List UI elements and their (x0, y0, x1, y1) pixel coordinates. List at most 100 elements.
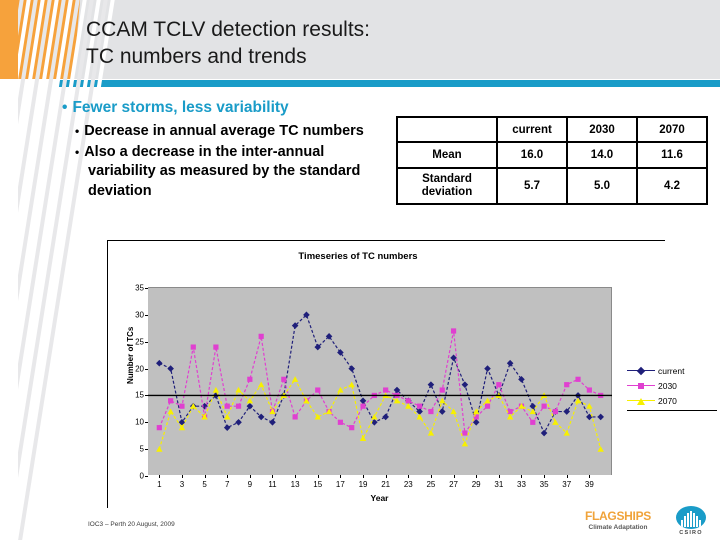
chart-data-point (450, 328, 457, 334)
bullet-marker-icon: • (75, 144, 80, 159)
chart-data-point (190, 344, 196, 350)
table-cell-mean-2030: 14.0 (566, 141, 638, 169)
footer-note: IOC3 – Perth 20 August, 2009 (88, 521, 175, 528)
csiro-logo-bar (684, 516, 686, 527)
table-row-label-mean: Mean (396, 141, 498, 169)
table-cell-mean-2070: 11.6 (636, 141, 708, 169)
chart-x-tick-mark (272, 475, 274, 478)
table-row-label-line2: deviation (421, 186, 473, 198)
chart-y-tick-mark (145, 288, 148, 289)
chart-data-point (337, 386, 344, 393)
table-row-label-line1: Standard (422, 173, 472, 185)
chart-y-tick-label: 0 (139, 471, 144, 481)
csiro-logo-bar (696, 516, 698, 527)
chart-data-point (530, 419, 536, 425)
table-header-current: current (496, 116, 568, 143)
chart-data-point (167, 365, 174, 372)
chart-legend-marker-icon (637, 397, 645, 405)
chart-y-tick-label: 20 (135, 364, 144, 374)
statistics-table: current 2030 2070 Mean 16.0 14.0 11.6 St… (396, 116, 708, 205)
chart-x-tick-label: 1 (157, 480, 162, 489)
chart-data-point (360, 403, 366, 409)
chart-legend-swatch-icon (627, 396, 655, 406)
chart-data-point (235, 403, 242, 409)
chart-data-point (247, 376, 253, 382)
chart-x-tick-label: 29 (471, 480, 481, 489)
chart-data-point (438, 408, 446, 415)
chart-y-tick-label: 35 (135, 283, 144, 293)
chart-legend: current 2030 2070 (627, 363, 717, 411)
chart-data-point (156, 445, 163, 452)
chart-data-point (224, 413, 231, 420)
chart-data-point (529, 408, 536, 415)
chart-x-tick-mark (317, 475, 319, 478)
page-title: CCAM TCLV detection results: TC numbers … (86, 16, 646, 70)
chart-data-point (597, 445, 604, 452)
csiro-logo-bar (687, 513, 689, 527)
chart-x-tick-mark (566, 475, 568, 478)
chart-legend-item: current (627, 363, 717, 378)
chart-plot-area: Number of TCs Year 0 5 10 15 20 25 30 35 1 3 5 7 9 11… (126, 284, 612, 503)
chart-data-point (461, 440, 469, 447)
chart-series-2070 (156, 376, 604, 452)
chart-x-tick-label: 39 (584, 480, 594, 489)
chart-x-tick-mark (227, 475, 229, 478)
chart-data-point (337, 419, 343, 425)
table-header-blank (396, 116, 498, 143)
chart-data-point (507, 408, 513, 415)
csiro-logo-bar (699, 520, 701, 527)
chart-y-tick-mark (145, 395, 148, 397)
decorative-stripe (18, 0, 51, 540)
bullet-marker-icon: • (75, 124, 80, 138)
chart-y-tick-mark (145, 368, 148, 370)
chart-y-tick-mark (145, 476, 148, 477)
chart-data-point (450, 408, 457, 415)
chart-x-tick-label: 33 (517, 480, 526, 489)
chart-data-point (213, 344, 219, 350)
decorative-stripe (18, 0, 44, 540)
chart-x-tick-label: 9 (247, 480, 253, 489)
chart-data-point (405, 402, 412, 409)
chart-data-point (359, 397, 367, 405)
page-title-line1: CCAM TCLV detection results: (86, 18, 370, 41)
chart-x-tick-mark (340, 475, 342, 478)
table-header-row: current 2030 2070 (396, 116, 708, 143)
chart-series-svg (148, 311, 612, 452)
chart-x-tick-label: 23 (403, 480, 413, 489)
bullet-level2-label: Decrease in annual average TC numbers (84, 123, 364, 139)
chart-data-point (540, 429, 548, 437)
table-row-label-standard-deviation: Standard deviation (396, 167, 498, 205)
chart-x-tick-label: 5 (202, 480, 207, 489)
table-header-2030: 2030 (566, 116, 638, 143)
chart-x-tick-label: 27 (449, 480, 458, 489)
bullet-marker-icon: • (62, 99, 68, 116)
chart-data-point (292, 414, 298, 420)
chart-data-point (156, 359, 163, 367)
chart-data-point (552, 408, 559, 415)
table-cell-sd-current: 5.7 (496, 167, 568, 205)
statistics-table-wrap: current 2030 2070 Mean 16.0 14.0 11.6 St… (396, 116, 708, 205)
bullet-level2-item: • Also a decrease in the inter-annual var… (62, 143, 392, 202)
chart-data-point (541, 403, 547, 409)
csiro-logo-bar (690, 511, 692, 527)
chart-y-tick-label: 25 (135, 337, 144, 347)
chart-x-tick-mark (498, 475, 500, 478)
chart-x-axis-label: Year (370, 493, 389, 503)
chart-x-tick-label: 25 (426, 480, 436, 489)
chart-y-tick-mark (145, 449, 148, 451)
bullet-level2-item: • Decrease in annual average TC numbers (62, 122, 392, 142)
csiro-logo-text: CSIRO (679, 530, 703, 536)
chart-legend-item: 2030 (627, 378, 717, 393)
table-cell-sd-2030: 5.0 (566, 167, 638, 205)
chart-data-point (427, 381, 435, 388)
chart-data-point (315, 387, 321, 393)
chart-data-point (597, 413, 604, 421)
chart-x-tick-mark (385, 475, 387, 478)
chart-series-line (158, 378, 602, 450)
chart-x-tick-mark (408, 475, 410, 478)
chart-data-point (235, 386, 242, 393)
decorative-stripe (18, 0, 37, 540)
chart-legend-label: 2030 (658, 380, 677, 391)
chart-data-point (359, 435, 367, 441)
chart: Timeseries of TC numbers Number of TCs Y… (107, 240, 717, 508)
